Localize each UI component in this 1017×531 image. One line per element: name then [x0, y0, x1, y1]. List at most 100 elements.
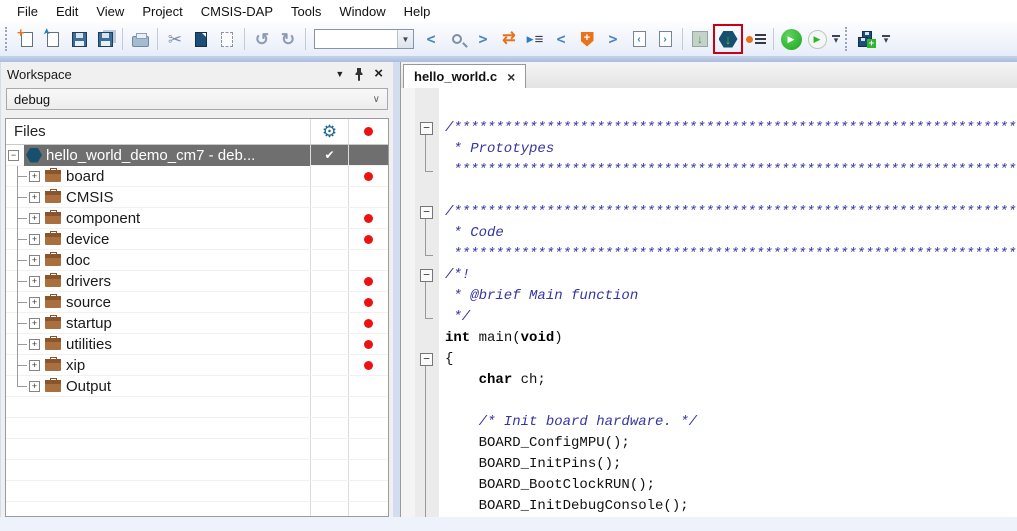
expand-toggle-icon[interactable]	[29, 297, 40, 308]
copy-button[interactable]	[188, 26, 214, 52]
print-button[interactable]	[127, 26, 153, 52]
next-bookmark-button[interactable]: ›	[652, 26, 678, 52]
toolbar-overflow-button[interactable]	[832, 35, 840, 43]
fold-marker[interactable]	[401, 454, 439, 475]
fold-marker[interactable]	[401, 223, 439, 244]
panel-splitter[interactable]	[393, 62, 400, 517]
navigate-forward-button[interactable]: >	[600, 26, 626, 52]
tab-hello-world-c[interactable]: hello_world.c ×	[403, 64, 526, 88]
fold-marker[interactable]	[401, 265, 439, 286]
tree-row[interactable]: xip	[6, 355, 388, 376]
menu-file[interactable]: File	[8, 2, 47, 21]
previous-bookmark-button[interactable]: ‹	[626, 26, 652, 52]
fold-marker[interactable]	[401, 475, 439, 496]
gear-icon[interactable]: ⚙	[322, 123, 337, 140]
find-next-button[interactable]: >	[470, 26, 496, 52]
make-button[interactable]: +	[854, 26, 880, 52]
toolbar2-overflow-button[interactable]	[882, 35, 890, 43]
redo-button[interactable]: ↻	[275, 26, 301, 52]
tree-row[interactable]: startup	[6, 313, 388, 334]
cut-button[interactable]: ✂	[162, 26, 188, 52]
expand-toggle-icon[interactable]	[29, 339, 40, 350]
expand-toggle-icon[interactable]	[29, 234, 40, 245]
fold-marker[interactable]	[401, 118, 439, 139]
fold-marker[interactable]	[401, 307, 439, 328]
fold-marker[interactable]	[401, 496, 439, 517]
fold-marker[interactable]	[401, 202, 439, 223]
quick-search-dropdown[interactable]: ▼	[397, 30, 413, 48]
undo-button[interactable]: ↺	[249, 26, 275, 52]
quick-search-combo[interactable]: ▼	[314, 29, 414, 49]
find-previous-button[interactable]: <	[418, 26, 444, 52]
tree-row[interactable]: Output	[6, 376, 388, 397]
expand-toggle-icon[interactable]	[29, 213, 40, 224]
tree-row[interactable]: board	[6, 166, 388, 187]
menu-project[interactable]: Project	[133, 2, 191, 21]
tree-row[interactable]: doc	[6, 250, 388, 271]
tree-row[interactable]: source	[6, 292, 388, 313]
fold-marker[interactable]	[401, 286, 439, 307]
paste-button[interactable]	[214, 26, 240, 52]
run-button[interactable]: ▶	[778, 26, 804, 52]
quick-search-input[interactable]	[315, 31, 397, 47]
run-alt-button[interactable]: ▶	[804, 26, 830, 52]
menu-help[interactable]: Help	[395, 2, 440, 21]
menu-edit[interactable]: Edit	[47, 2, 87, 21]
configuration-dropdown[interactable]: debug ∨	[6, 88, 388, 110]
tree-row[interactable]: component	[6, 208, 388, 229]
tree-row[interactable]: CMSIS	[6, 187, 388, 208]
paste-icon	[221, 32, 233, 47]
tree-row-project[interactable]: hello_world_demo_cm7 - deb...	[6, 145, 388, 166]
download-and-debug-button[interactable]: ↓	[717, 28, 739, 50]
save-button[interactable]	[66, 26, 92, 52]
menu-window[interactable]: Window	[330, 2, 394, 21]
fold-marker[interactable]	[401, 370, 439, 391]
expand-toggle-icon[interactable]	[29, 171, 40, 182]
code-line: BOARD_BootClockRUN();	[401, 475, 1017, 496]
bottom-edge	[0, 517, 1017, 531]
modified-column-icon	[364, 127, 373, 136]
menu-view[interactable]: View	[87, 2, 133, 21]
expand-toggle-icon[interactable]	[29, 276, 40, 287]
fold-marker[interactable]	[401, 160, 439, 181]
toolbar-grip[interactable]	[5, 27, 11, 51]
tree-row[interactable]: device	[6, 229, 388, 250]
navigate-back-button[interactable]: <	[548, 26, 574, 52]
fold-marker[interactable]	[401, 181, 439, 202]
fold-marker[interactable]	[401, 412, 439, 433]
workspace-menu-icon[interactable]: ▼	[335, 69, 344, 79]
download-button[interactable]: ↓	[687, 26, 713, 52]
expand-toggle-icon[interactable]	[29, 381, 40, 392]
fold-marker[interactable]	[401, 349, 439, 370]
tab-close-icon[interactable]: ×	[507, 71, 515, 83]
go-to-button[interactable]: ▶≡	[522, 26, 548, 52]
fold-marker[interactable]	[401, 328, 439, 349]
collapse-toggle-icon[interactable]	[8, 150, 19, 161]
tree-row[interactable]: drivers	[6, 271, 388, 292]
expand-toggle-icon[interactable]	[29, 360, 40, 371]
toolbar2-grip[interactable]	[845, 27, 851, 51]
code-editor[interactable]: /***************************************…	[401, 88, 1017, 517]
find-button[interactable]	[444, 26, 470, 52]
fold-marker[interactable]	[401, 244, 439, 265]
toggle-bookmark-button[interactable]	[574, 26, 600, 52]
tree-row-empty	[6, 397, 388, 418]
new-document-button[interactable]	[14, 26, 40, 52]
navigate-swap-button[interactable]: ⇄	[496, 26, 522, 52]
expand-toggle-icon[interactable]	[29, 192, 40, 203]
fold-marker[interactable]	[401, 433, 439, 454]
save-all-button[interactable]	[92, 26, 118, 52]
debug-without-downloading-button[interactable]	[743, 26, 769, 52]
close-panel-icon[interactable]: ×	[374, 68, 383, 80]
menu-tools[interactable]: Tools	[282, 2, 330, 21]
tree-row[interactable]: utilities	[6, 334, 388, 355]
code-line: int main(void)	[401, 328, 1017, 349]
pin-icon[interactable]	[354, 68, 364, 81]
expand-toggle-icon[interactable]	[29, 255, 40, 266]
expand-toggle-icon[interactable]	[29, 318, 40, 329]
code-line: /***************************************…	[401, 202, 1017, 223]
open-document-button[interactable]	[40, 26, 66, 52]
menu-cmsis-dap[interactable]: CMSIS-DAP	[192, 2, 282, 21]
fold-marker[interactable]	[401, 391, 439, 412]
fold-marker[interactable]	[401, 139, 439, 160]
